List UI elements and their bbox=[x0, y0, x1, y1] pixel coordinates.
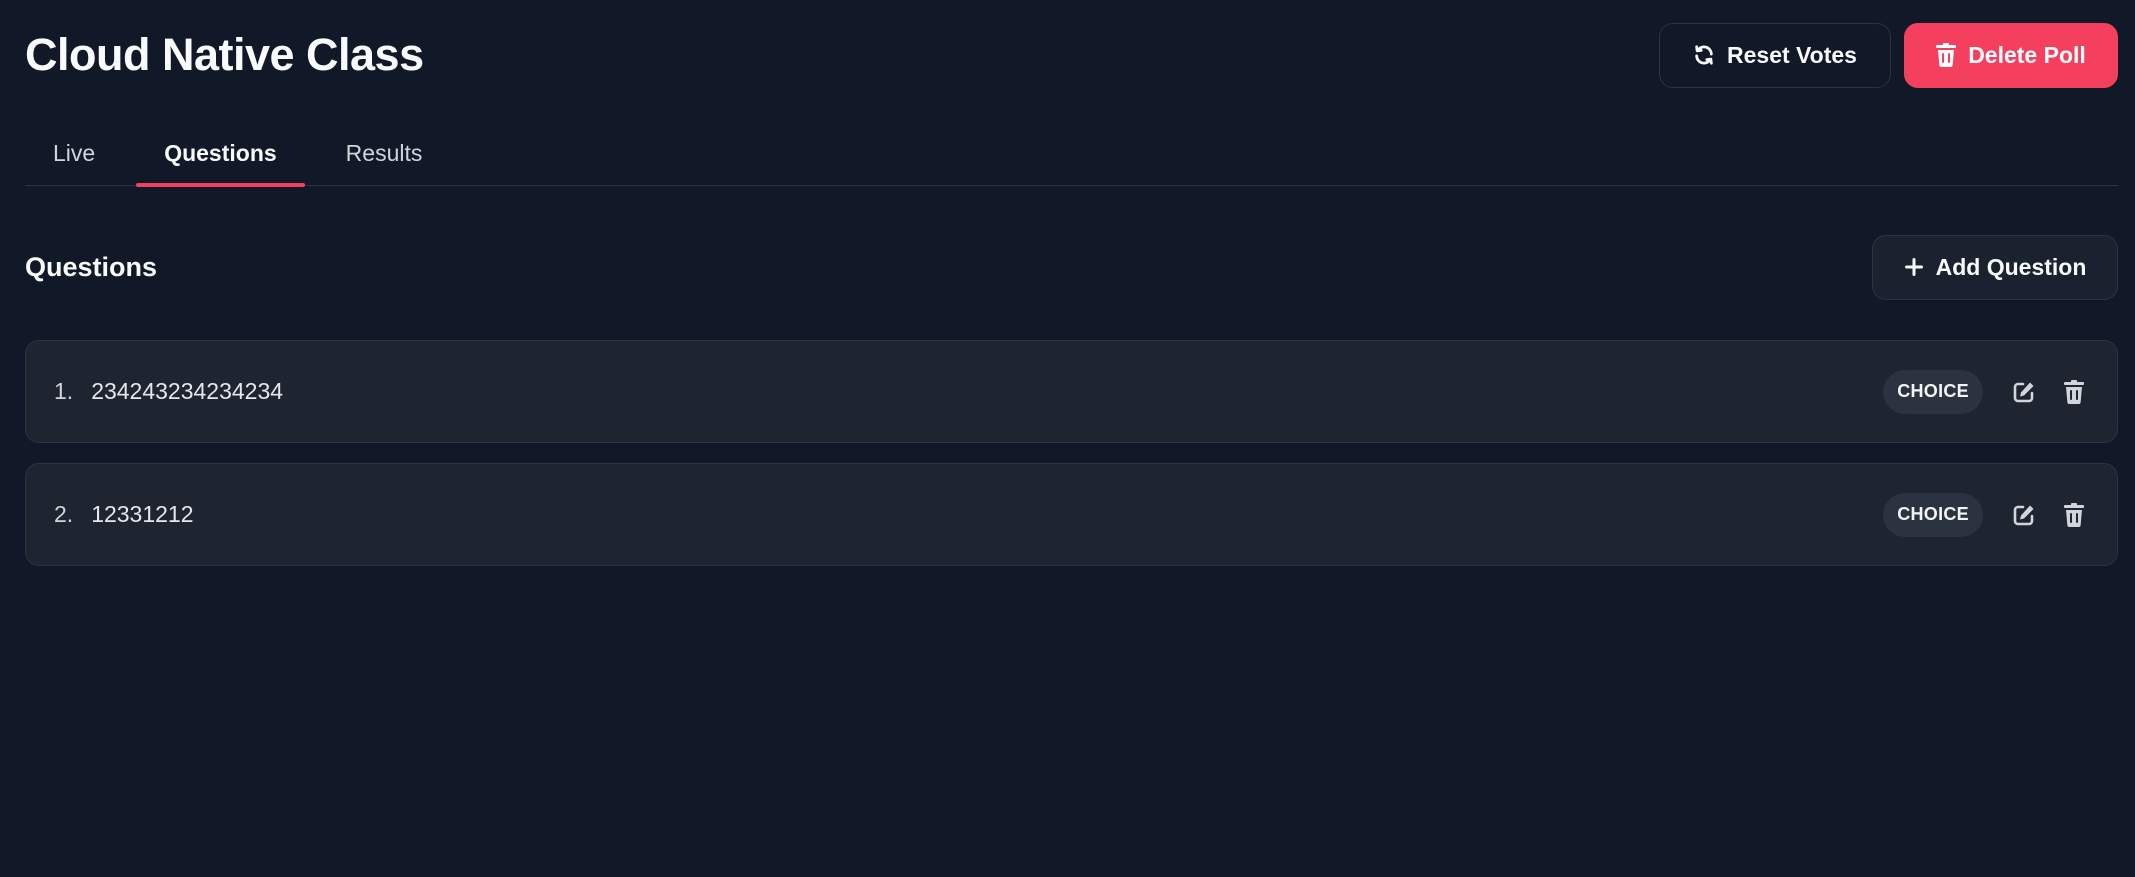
edit-icon bbox=[2013, 382, 2034, 402]
delete-poll-button[interactable]: Delete Poll bbox=[1904, 22, 2118, 88]
delete-question-button[interactable] bbox=[2059, 377, 2089, 407]
question-main: 2. 12331212 bbox=[54, 501, 194, 528]
section-title: Questions bbox=[25, 251, 158, 282]
add-question-label: Add Question bbox=[1935, 253, 2087, 280]
plus-icon bbox=[1904, 258, 1923, 276]
question-number: 2. bbox=[54, 501, 74, 527]
question-list: 1. 234243234234234 CHOICE 2. 12331212 CH… bbox=[25, 340, 2118, 566]
reset-votes-button[interactable]: Reset Votes bbox=[1659, 22, 1891, 88]
tab-questions-label: Questions bbox=[164, 140, 277, 166]
tab-questions[interactable]: Questions bbox=[136, 128, 306, 187]
trash-icon bbox=[1936, 43, 1957, 67]
questions-section-header: Questions Add Question bbox=[25, 234, 2118, 300]
question-type-badge: CHOICE bbox=[1883, 492, 1983, 537]
add-question-button[interactable]: Add Question bbox=[1872, 234, 2118, 300]
tab-live[interactable]: Live bbox=[25, 128, 123, 186]
question-number: 1. bbox=[54, 378, 74, 404]
question-actions: CHOICE bbox=[1883, 369, 2089, 414]
tab-results-label: Results bbox=[345, 140, 423, 166]
question-row[interactable]: 2. 12331212 CHOICE bbox=[25, 463, 2118, 566]
edit-icon bbox=[2013, 505, 2034, 525]
tab-bar: Live Questions Results bbox=[25, 128, 2118, 187]
question-type-badge: CHOICE bbox=[1883, 369, 1983, 414]
question-text: 12331212 bbox=[91, 501, 194, 527]
question-main: 1. 234243234234234 bbox=[54, 378, 283, 405]
tab-results[interactable]: Results bbox=[318, 128, 451, 186]
poll-editor-page: Cloud Native Class Reset Votes Delete Po… bbox=[0, 0, 2135, 877]
reset-votes-label: Reset Votes bbox=[1727, 41, 1857, 68]
delete-poll-label: Delete Poll bbox=[1968, 41, 2086, 68]
header-actions: Reset Votes Delete Poll bbox=[1659, 22, 2118, 88]
tab-live-label: Live bbox=[53, 140, 96, 166]
page-title: Cloud Native Class bbox=[25, 29, 424, 80]
page-header: Cloud Native Class Reset Votes Delete Po… bbox=[25, 22, 2118, 88]
edit-question-button[interactable] bbox=[2009, 500, 2039, 530]
refresh-icon bbox=[1695, 45, 1713, 65]
question-actions: CHOICE bbox=[1883, 492, 2089, 537]
trash-icon bbox=[2064, 502, 2084, 527]
question-text: 234243234234234 bbox=[91, 378, 284, 404]
trash-icon bbox=[2064, 379, 2084, 404]
edit-question-button[interactable] bbox=[2009, 377, 2039, 407]
question-row[interactable]: 1. 234243234234234 CHOICE bbox=[25, 340, 2118, 443]
delete-question-button[interactable] bbox=[2059, 500, 2089, 530]
